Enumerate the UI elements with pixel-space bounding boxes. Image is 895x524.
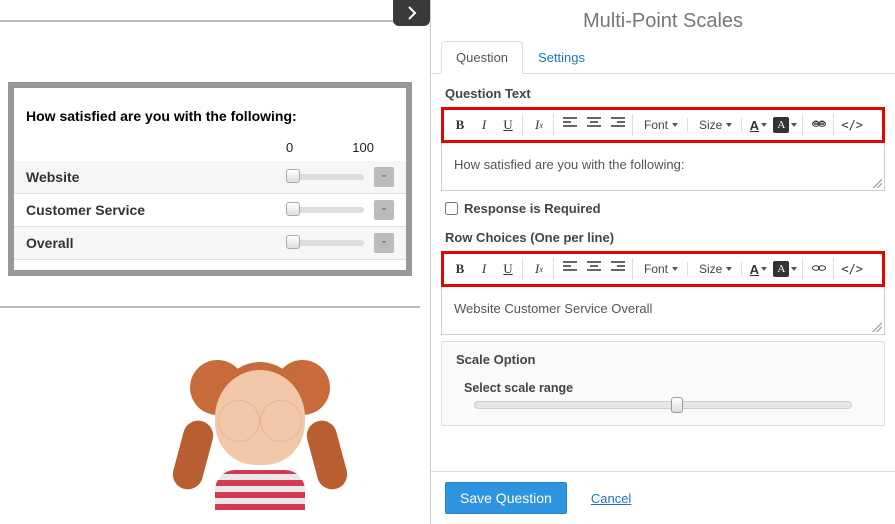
preview-scale-labels: 0 100: [14, 140, 406, 161]
row-choices-input[interactable]: Website Customer Service Overall: [441, 287, 885, 335]
divider: [0, 306, 420, 308]
align-center-icon: [587, 261, 601, 277]
decorative-image: [170, 350, 350, 510]
underline-button[interactable]: U: [499, 114, 517, 136]
question-text-input[interactable]: How satisfied are you with the following…: [441, 143, 885, 191]
align-center-button[interactable]: [585, 258, 603, 280]
question-text-toolbar: B I U Ix Font Size A A </>: [441, 107, 885, 143]
row-label: Customer Service: [26, 202, 286, 218]
slider-thumb[interactable]: [286, 169, 300, 183]
align-center-button[interactable]: [585, 114, 603, 136]
size-dropdown[interactable]: Size: [695, 118, 736, 132]
bold-button[interactable]: B: [451, 114, 469, 136]
tab-settings[interactable]: Settings: [523, 41, 600, 74]
font-dropdown[interactable]: Font: [640, 118, 682, 132]
question-preview: How satisfied are you with the following…: [8, 82, 412, 276]
slider-row: Overall -: [14, 227, 406, 260]
slider-row: Customer Service -: [14, 194, 406, 227]
response-required-label: Response is Required: [464, 201, 601, 216]
align-left-button[interactable]: [561, 258, 579, 280]
font-dropdown[interactable]: Font: [640, 262, 682, 276]
caret-down-icon: [726, 267, 732, 271]
resize-handle[interactable]: [872, 322, 882, 332]
caret-down-icon: [761, 267, 767, 271]
align-left-icon: [563, 261, 577, 277]
align-left-button[interactable]: [561, 114, 579, 136]
bg-color-button[interactable]: A: [773, 114, 797, 136]
row-label: Website: [26, 169, 286, 185]
caret-down-icon: [726, 123, 732, 127]
align-right-icon: [611, 117, 625, 133]
slider[interactable]: [286, 207, 364, 213]
panel-title: Multi-Point Scales: [431, 0, 895, 41]
save-question-button[interactable]: Save Question: [445, 482, 567, 514]
caret-down-icon: [791, 267, 797, 271]
clear-format-button[interactable]: Ix: [530, 258, 548, 280]
response-required-checkbox[interactable]: [445, 202, 458, 215]
slider-value-box: -: [374, 233, 394, 253]
align-left-icon: [563, 117, 577, 133]
text-color-button[interactable]: A: [749, 258, 767, 280]
slider-thumb[interactable]: [286, 235, 300, 249]
align-right-button[interactable]: [609, 114, 627, 136]
align-right-button[interactable]: [609, 258, 627, 280]
slider-value-box: -: [374, 167, 394, 187]
size-dropdown[interactable]: Size: [695, 262, 736, 276]
align-right-icon: [611, 261, 625, 277]
caret-down-icon: [672, 267, 678, 271]
caret-down-icon: [791, 123, 797, 127]
collapse-panel-button[interactable]: [393, 0, 430, 26]
source-button[interactable]: </>: [841, 114, 863, 136]
select-scale-range-label: Select scale range: [456, 381, 870, 395]
underline-button[interactable]: U: [499, 258, 517, 280]
align-center-icon: [587, 117, 601, 133]
scale-option-section: Scale Option Select scale range: [441, 341, 885, 426]
slider[interactable]: [286, 240, 364, 246]
scale-max: 100: [306, 140, 394, 155]
row-label: Overall: [26, 235, 286, 251]
cancel-link[interactable]: Cancel: [591, 491, 631, 506]
slider-thumb[interactable]: [286, 202, 300, 216]
row-choices-toolbar: B I U Ix Font Size A A </>: [441, 251, 885, 287]
slider-thumb[interactable]: [671, 397, 683, 413]
scale-min: 0: [286, 140, 306, 155]
code-icon: </>: [841, 118, 863, 132]
survey-preview-pane: How satisfied are you with the following…: [0, 0, 420, 524]
caret-down-icon: [761, 123, 767, 127]
bold-button[interactable]: B: [451, 258, 469, 280]
italic-button[interactable]: I: [475, 258, 493, 280]
chevron-right-icon: [404, 5, 420, 21]
resize-handle[interactable]: [872, 178, 882, 188]
slider[interactable]: [286, 174, 364, 180]
preview-question-text: How satisfied are you with the following…: [14, 108, 406, 140]
caret-down-icon: [672, 123, 678, 127]
link-button[interactable]: [810, 258, 828, 280]
slider-row: Website -: [14, 161, 406, 194]
italic-button[interactable]: I: [475, 114, 493, 136]
code-icon: </>: [841, 262, 863, 276]
clear-format-button[interactable]: Ix: [530, 114, 548, 136]
link-icon: [811, 117, 827, 133]
divider: [0, 20, 420, 22]
editor-footer: Save Question Cancel: [431, 471, 895, 524]
row-choices-label: Row Choices (One per line): [431, 218, 895, 251]
editor-tabs: Question Settings: [431, 41, 895, 74]
scale-range-slider[interactable]: [474, 401, 852, 409]
question-text-label: Question Text: [431, 74, 895, 107]
slider-value-box: -: [374, 200, 394, 220]
text-color-button[interactable]: A: [749, 114, 767, 136]
link-icon: [811, 261, 827, 277]
link-button[interactable]: [810, 114, 828, 136]
tab-question[interactable]: Question: [441, 41, 523, 74]
scale-option-label: Scale Option: [456, 352, 870, 367]
bg-color-button[interactable]: A: [773, 258, 797, 280]
source-button[interactable]: </>: [841, 258, 863, 280]
question-editor-panel: Multi-Point Scales Question Settings Que…: [430, 0, 895, 524]
